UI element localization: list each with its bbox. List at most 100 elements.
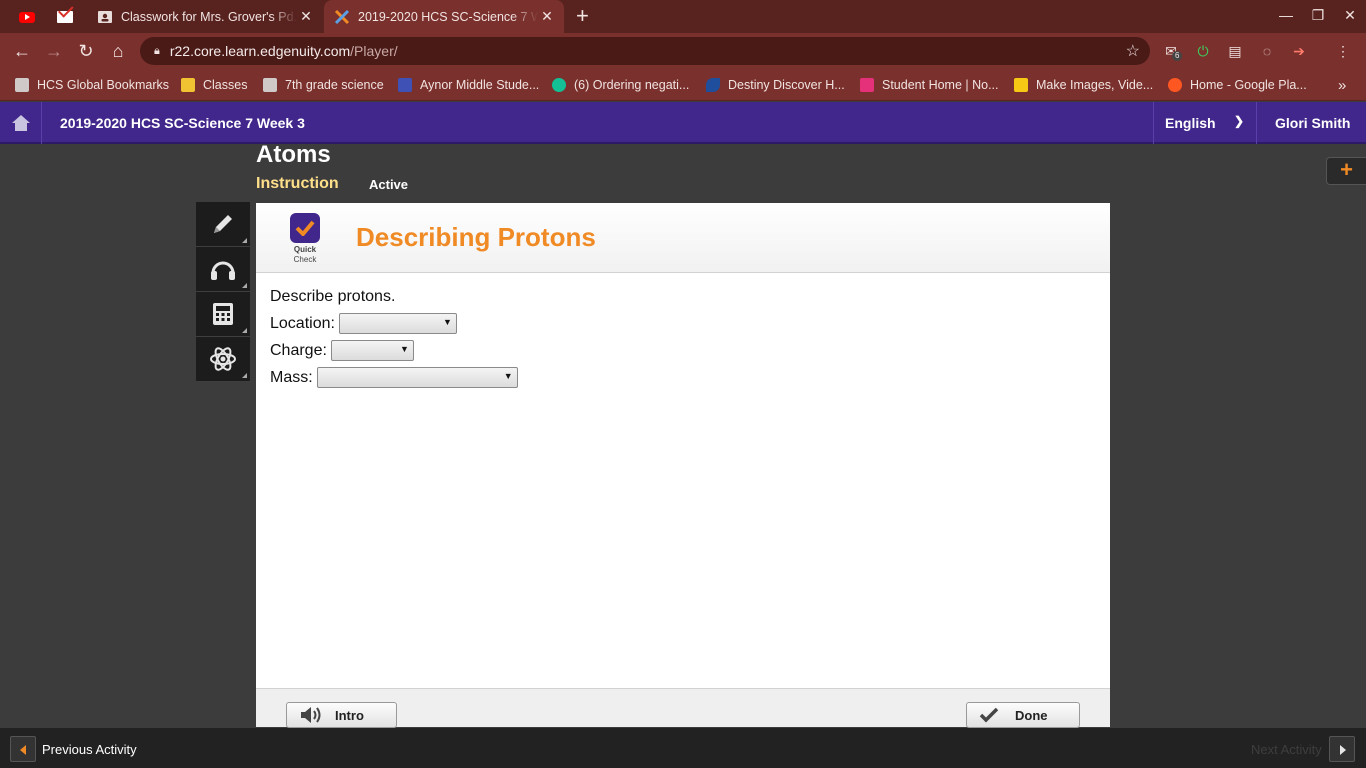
close-tab-icon[interactable]: ✕ (297, 8, 315, 25)
tab-title: 2019-2020 HCS SC-Science 7 W (358, 9, 538, 24)
bookmark-student-home[interactable]: Student Home | No... (860, 76, 999, 94)
tool-corner (242, 328, 247, 333)
cast-extension-icon[interactable]: ▤ (1226, 42, 1244, 60)
previous-arrow-icon[interactable] (10, 736, 36, 762)
gmail-icon (57, 11, 73, 23)
gmail-pinned-tab[interactable] (54, 6, 76, 28)
activity-title: Describing Protons (356, 222, 596, 252)
new-tab-button[interactable]: + (576, 5, 589, 27)
intro-button[interactable]: Intro (286, 702, 397, 728)
audio-tool-button[interactable] (196, 247, 250, 292)
youtube-icon (19, 11, 35, 23)
bookmark-label: Home - Google Pla... (1190, 78, 1307, 92)
charge-row: Charge: ▼ (270, 337, 518, 364)
charge-label: Charge: (270, 341, 327, 359)
user-menu[interactable]: Glori Smith (1256, 102, 1366, 144)
destiny-icon (706, 78, 720, 92)
browser-tab-classwork[interactable]: Classwork for Mrs. Grover's Pd. 2 ✕ (87, 0, 323, 33)
lesson-title: Atoms (256, 141, 331, 168)
bookmark-aynor-middle[interactable]: Aynor Middle Stude... (398, 76, 539, 94)
minimize-icon[interactable]: — (1276, 7, 1296, 23)
bookmark-destiny-discover[interactable]: Destiny Discover H... (706, 76, 845, 94)
bookmark-make-images[interactable]: Make Images, Vide... (1014, 76, 1153, 94)
bookmark-label: Student Home | No... (882, 78, 999, 92)
folder-icon (263, 78, 277, 92)
location-row: Location: ▼ (270, 310, 518, 337)
previous-activity-link[interactable]: Previous Activity (42, 742, 137, 757)
youtube-pinned-tab[interactable] (16, 6, 38, 28)
charge-select[interactable]: ▼ (330, 340, 414, 361)
bookmark-label: Classes (203, 78, 248, 92)
share-extension-icon[interactable]: ➔ (1290, 42, 1308, 60)
loading-extension-icon[interactable]: ◌ (1258, 42, 1276, 60)
bookmark-label: 7th grade science (285, 78, 384, 92)
bookmark-star-icon[interactable]: ☆ (1126, 41, 1140, 61)
intro-button-label: Intro (335, 707, 364, 723)
spark-icon (1014, 78, 1028, 92)
activity-panel: Quick Check Describing Protons Describe … (256, 203, 1110, 728)
power-extension-icon[interactable]: ⏻ (1194, 42, 1212, 60)
calculator-icon (213, 303, 233, 325)
course-header: 2019-2020 HCS SC-Science 7 Week 3 Englis… (0, 102, 1366, 144)
mail-extension-icon[interactable]: ✉ 6 (1162, 42, 1183, 61)
extension-badge: 6 (1172, 51, 1183, 61)
chevron-down-icon: ❯ (1233, 114, 1244, 128)
notes-tool-button[interactable] (196, 202, 250, 247)
back-icon[interactable]: ← (11, 40, 33, 62)
question-body: Describe protons. Location: ▼ Charge: ▼ … (270, 283, 518, 391)
next-activity-link[interactable]: Next Activity (1251, 742, 1322, 757)
forward-icon[interactable]: → (43, 40, 65, 62)
calculator-tool-button[interactable] (196, 292, 250, 337)
address-bar[interactable]: 🔒︎ r22.core.learn.edgenuity.com/Player/ … (140, 37, 1150, 65)
speaker-icon (301, 707, 321, 723)
dropdown-arrow-icon: ▼ (503, 371, 513, 381)
course-home-button[interactable] (0, 102, 42, 144)
reload-icon[interactable]: ↻ (75, 40, 97, 62)
more-bookmarks-icon[interactable]: » (1338, 76, 1346, 94)
mass-select[interactable]: ▼ (316, 367, 518, 388)
browser-toolbar: ← → ↻ ⌂ 🔒︎ r22.core.learn.edgenuity.com /… (0, 33, 1366, 68)
close-tab-icon[interactable]: ✕ (538, 8, 556, 25)
next-arrow-icon[interactable] (1329, 736, 1355, 762)
quick-check-label-2: Check (293, 255, 317, 264)
quick-check-icon (290, 213, 320, 243)
bookmark-label: Destiny Discover H... (728, 78, 845, 92)
bookmark-ordering-negatives[interactable]: (6) Ordering negati... (552, 76, 689, 94)
bookmark-label: (6) Ordering negati... (574, 78, 690, 92)
tool-corner (242, 283, 247, 288)
bookmark-folder-icon (15, 78, 29, 92)
expand-panel-button[interactable]: + (1326, 157, 1366, 185)
browser-menu-icon[interactable]: ⋮ (1334, 42, 1352, 60)
science-tool-button[interactable] (196, 337, 250, 382)
language-label: English (1165, 115, 1216, 131)
question-prompt: Describe protons. (270, 287, 396, 305)
browser-tab-edgenuity[interactable]: 2019-2020 HCS SC-Science 7 W ✕ (324, 0, 564, 33)
location-select[interactable]: ▼ (338, 313, 457, 334)
forms-icon (398, 78, 412, 92)
tab-instruction[interactable]: Instruction (256, 175, 339, 193)
tool-corner (242, 373, 247, 378)
khan-icon (552, 78, 566, 92)
bookmark-7th-grade-science[interactable]: 7th grade science (263, 76, 384, 94)
tab-title: Classwork for Mrs. Grover's Pd. 2 (121, 9, 297, 24)
url-host: r22.core.learn.edgenuity.com (169, 43, 351, 59)
location-label: Location: (270, 314, 335, 332)
bookmark-classes[interactable]: Classes (181, 76, 247, 94)
bookmarks-bar: HCS Global Bookmarks Classes 7th grade s… (0, 68, 1366, 101)
language-select[interactable]: English ❯ (1153, 102, 1256, 144)
mass-row: Mass: ▼ (270, 364, 518, 391)
close-window-icon[interactable]: ✕ (1340, 7, 1360, 24)
headphones-icon (211, 261, 235, 280)
edgenuity-icon (334, 9, 350, 24)
done-button[interactable]: Done (966, 702, 1080, 728)
bookmark-label: HCS Global Bookmarks (37, 78, 169, 92)
classroom-icon (98, 10, 112, 23)
lesson-status: Active (369, 177, 409, 192)
bookmark-hcs-global[interactable]: HCS Global Bookmarks (15, 76, 169, 94)
activity-footer: Intro Done (256, 688, 1110, 728)
play-music-icon (1168, 78, 1182, 92)
home-icon[interactable]: ⌂ (107, 40, 129, 62)
bookmark-google-play[interactable]: Home - Google Pla... (1168, 76, 1307, 94)
url-path: /Player/ (350, 43, 398, 59)
restore-icon[interactable]: ❐ (1308, 7, 1328, 24)
